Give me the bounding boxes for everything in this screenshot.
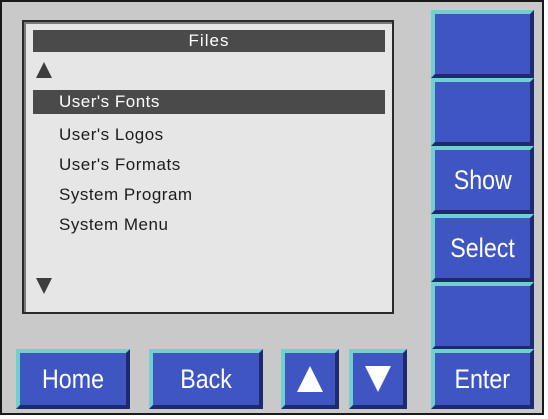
enter-button[interactable]: Enter <box>431 349 534 409</box>
scroll-down-indicator-icon <box>36 278 52 294</box>
list-item-users-logos[interactable]: User's Logos <box>33 120 385 150</box>
softkey-5-button[interactable] <box>431 282 534 350</box>
softkey-1-button[interactable] <box>431 10 534 78</box>
back-label: Back <box>180 364 232 394</box>
scroll-down-button[interactable] <box>349 349 407 409</box>
up-arrow-icon <box>297 366 323 392</box>
file-list: User's Fonts User's Logos User's Formats… <box>33 90 385 240</box>
enter-label: Enter <box>454 364 511 394</box>
scroll-up-button[interactable] <box>281 349 339 409</box>
back-button[interactable]: Back <box>149 349 263 409</box>
down-arrow-icon <box>365 366 391 392</box>
home-label: Home <box>42 364 104 394</box>
control-panel: Files User's Fonts User's Logos User's F… <box>0 0 544 415</box>
select-label: Select <box>450 233 515 263</box>
show-label: Show <box>453 165 512 195</box>
screen-title: Files <box>33 30 385 52</box>
list-item-system-program[interactable]: System Program <box>33 180 385 210</box>
scroll-up-indicator-icon <box>36 62 52 78</box>
list-item-users-fonts[interactable]: User's Fonts <box>33 90 385 114</box>
home-button[interactable]: Home <box>16 349 130 409</box>
select-button[interactable]: Select <box>431 214 534 282</box>
list-item-users-formats[interactable]: User's Formats <box>33 150 385 180</box>
show-button[interactable]: Show <box>431 146 534 214</box>
list-item-system-menu[interactable]: System Menu <box>33 210 385 240</box>
softkey-2-button[interactable] <box>431 78 534 146</box>
display-screen: Files User's Fonts User's Logos User's F… <box>22 20 394 314</box>
